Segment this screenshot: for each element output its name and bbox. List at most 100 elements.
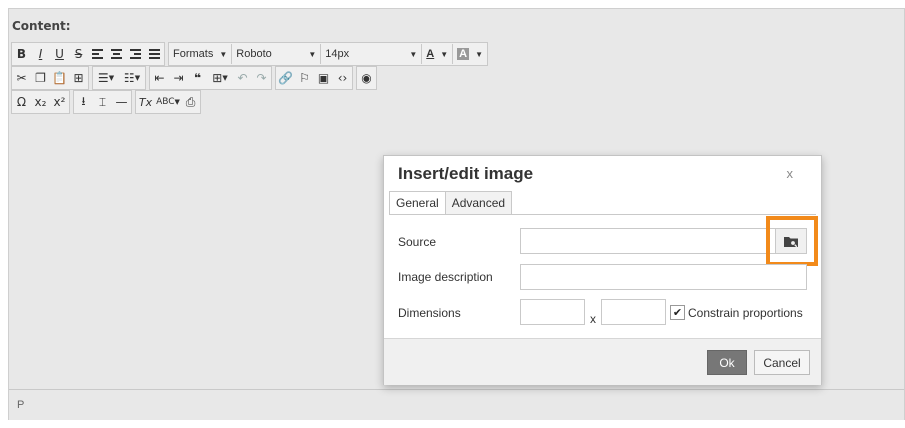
- underline-button[interactable]: U: [50, 44, 69, 64]
- select-group: Formats ▼ Roboto ▼ 14px ▼ A ▼ A ▼: [168, 42, 489, 66]
- image-button[interactable]: ▣: [314, 68, 333, 88]
- blockquote-icon: ❝: [193, 71, 202, 85]
- description-label: Image description: [398, 270, 493, 284]
- code-button[interactable]: ‹›: [333, 68, 352, 88]
- text-color-label: A: [426, 48, 435, 60]
- outdent-button[interactable]: ⇤: [150, 68, 169, 88]
- paste-icon: 📋: [52, 71, 67, 85]
- special-char-button[interactable]: Ω: [12, 92, 31, 112]
- tab-divider: [389, 214, 816, 215]
- subscript-button[interactable]: x₂: [31, 92, 50, 112]
- source-label: Source: [398, 235, 437, 249]
- tab-advanced[interactable]: Advanced: [445, 191, 513, 215]
- align-center-button[interactable]: [107, 44, 126, 64]
- print-button[interactable]: ⎙: [181, 92, 200, 112]
- paste-button[interactable]: 📋: [50, 68, 69, 88]
- element-path[interactable]: P: [17, 399, 24, 411]
- dialog-tabs: General Advanced: [389, 191, 513, 215]
- align-left-icon: [92, 49, 103, 59]
- cut-button[interactable]: ✂: [12, 68, 31, 88]
- print-icon: ⎙: [185, 94, 196, 109]
- source-input[interactable]: [520, 228, 776, 254]
- font-family-label: Roboto: [236, 48, 272, 60]
- blockquote-button[interactable]: ❝: [188, 68, 207, 88]
- toolbar-row-1: B I U S Formats ▼ Roboto ▼ 14px ▼ A ▼ A ▼: [11, 42, 491, 66]
- background-color-label: A: [457, 48, 470, 60]
- page-break-button[interactable]: ⌶: [93, 92, 112, 112]
- indent-icon: ⇥: [173, 71, 184, 85]
- format-group: B I U S: [11, 42, 165, 66]
- chevron-down-icon: ▼: [409, 49, 418, 59]
- list-group: ☰ ▼ ☷ ▼: [92, 66, 146, 90]
- clipboard-group: ✂ ❐ 📋 ⊞: [11, 66, 89, 90]
- undo-icon: ↶: [237, 71, 248, 85]
- constrain-proportions-toggle[interactable]: ✔ Constrain proportions: [670, 305, 803, 320]
- constrain-checkbox[interactable]: ✔: [670, 305, 685, 320]
- chevron-down-icon: ▼: [222, 74, 228, 82]
- chevron-down-icon: ▼: [475, 49, 484, 59]
- font-family-dropdown[interactable]: Roboto ▼: [231, 44, 320, 64]
- close-button[interactable]: x: [787, 166, 794, 181]
- chevron-down-icon: ▼: [108, 74, 115, 82]
- browse-highlight: [766, 216, 818, 266]
- table-button[interactable]: ⊞ ▼: [207, 68, 233, 88]
- chevron-down-icon: ▼: [219, 49, 228, 59]
- undo-button[interactable]: ↶: [233, 68, 252, 88]
- align-right-button[interactable]: [126, 44, 145, 64]
- anchor-icon: ⚐: [299, 71, 310, 85]
- formats-dropdown[interactable]: Formats ▼: [169, 44, 231, 64]
- description-input[interactable]: [520, 264, 807, 290]
- constrain-label: Constrain proportions: [688, 305, 803, 320]
- width-input[interactable]: [520, 299, 585, 325]
- toolbar-row-3: Ω x₂ x² ⭳ ⌶ — Tx ABC ▼ ⎙: [11, 90, 204, 114]
- numbered-list-button[interactable]: ☷ ▼: [119, 68, 145, 88]
- spellcheck-icon: ABC: [156, 97, 175, 107]
- dialog-title: Insert/edit image: [398, 164, 534, 183]
- insert-image-dialog: Insert/edit image x General Advanced Sou…: [383, 155, 822, 385]
- italic-button[interactable]: I: [31, 44, 50, 64]
- align-right-icon: [130, 49, 141, 59]
- dialog-footer: Ok Cancel: [384, 338, 821, 385]
- bold-button[interactable]: B: [12, 44, 31, 64]
- upload-icon: ⭳: [81, 93, 86, 108]
- height-input[interactable]: [601, 299, 666, 325]
- strikethrough-button[interactable]: S: [69, 44, 88, 64]
- text-color-button[interactable]: A ▼: [421, 44, 452, 64]
- background-color-button[interactable]: A ▼: [452, 44, 487, 64]
- copy-icon: ❐: [35, 71, 46, 85]
- cut-icon: ✂: [16, 71, 27, 85]
- status-bar: P: [9, 389, 904, 420]
- link-button[interactable]: 🔗: [276, 68, 295, 88]
- superscript-button[interactable]: x²: [50, 92, 69, 112]
- bullet-list-button[interactable]: ☰ ▼: [93, 68, 119, 88]
- horizontal-rule-icon: —: [115, 95, 128, 109]
- anchor-button[interactable]: ⚐: [295, 68, 314, 88]
- checkmark-icon: ✔: [672, 307, 683, 319]
- page-break-icon: ⌶: [98, 94, 107, 109]
- preview-button[interactable]: ◉: [357, 68, 376, 88]
- chevron-down-icon: ▼: [134, 74, 141, 82]
- font-size-dropdown[interactable]: 14px ▼: [320, 44, 421, 64]
- dimensions-label: Dimensions: [398, 306, 461, 320]
- outdent-icon: ⇤: [154, 71, 165, 85]
- redo-button[interactable]: ↷: [252, 68, 271, 88]
- spellcheck-button[interactable]: ABC ▼: [155, 92, 181, 112]
- copy-button[interactable]: ❐: [31, 68, 50, 88]
- horizontal-rule-button[interactable]: —: [112, 92, 131, 112]
- upload-button[interactable]: ⭳: [74, 92, 93, 112]
- font-size-label: 14px: [325, 48, 350, 60]
- dimension-separator: x: [590, 312, 596, 326]
- tab-general[interactable]: General: [389, 191, 446, 215]
- cancel-button[interactable]: Cancel: [754, 350, 810, 375]
- align-left-button[interactable]: [88, 44, 107, 64]
- image-icon: ▣: [317, 71, 330, 85]
- preview-icon: ◉: [361, 71, 372, 85]
- indent-button[interactable]: ⇥: [169, 68, 188, 88]
- code-icon: ‹›: [337, 71, 348, 85]
- find-replace-button[interactable]: ⊞: [69, 68, 88, 88]
- align-center-icon: [111, 49, 122, 59]
- align-justify-button[interactable]: [145, 44, 164, 64]
- remove-format-button[interactable]: Tx: [136, 92, 155, 112]
- strikethrough-label: S: [74, 47, 83, 61]
- ok-button[interactable]: Ok: [707, 350, 747, 375]
